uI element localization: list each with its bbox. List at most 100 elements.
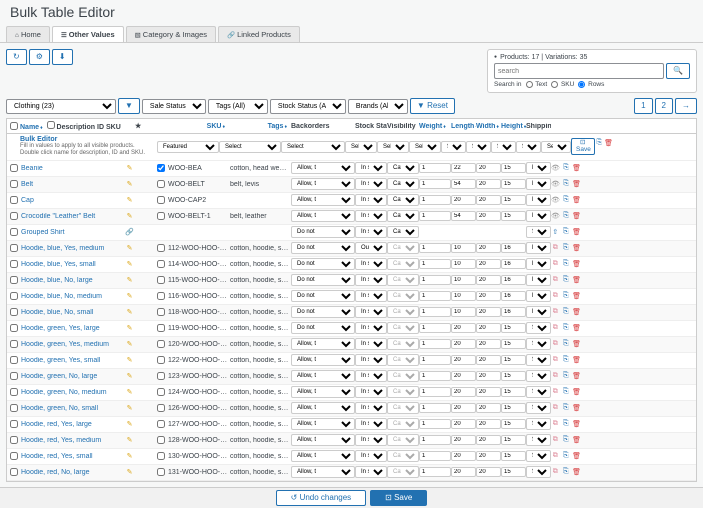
copy-icon[interactable]: ⎘ <box>562 356 571 365</box>
select-all-checkbox[interactable] <box>10 122 18 130</box>
backorders-select[interactable]: Do not <box>291 322 355 334</box>
width-input[interactable] <box>476 467 501 477</box>
product-name-link[interactable]: Cap <box>20 197 125 204</box>
copy-icon[interactable]: ⎘ <box>562 468 571 477</box>
visibility-select[interactable]: Catalo <box>387 290 419 302</box>
stock-select[interactable]: In stoc <box>355 258 387 270</box>
visibility-select[interactable]: Catalo <box>387 370 419 382</box>
pencil-icon[interactable]: ✎ <box>125 356 134 365</box>
height-input[interactable] <box>501 339 526 349</box>
col-name[interactable]: Name♦ <box>20 124 43 131</box>
featured-checkbox[interactable] <box>157 372 165 380</box>
stock-select[interactable]: In stoc <box>355 210 387 222</box>
pencil-icon[interactable]: ✎ <box>125 324 134 333</box>
bulk-height-select[interactable]: Select <box>516 141 541 153</box>
width-input[interactable] <box>476 243 501 253</box>
weight-input[interactable] <box>419 275 451 285</box>
trash-icon[interactable]: 🗑 <box>572 292 581 301</box>
pencil-icon[interactable]: ✎ <box>125 340 134 349</box>
row-checkbox[interactable] <box>10 260 18 268</box>
backorders-select[interactable]: Do not <box>291 306 355 318</box>
width-input[interactable] <box>476 307 501 317</box>
copy-icon[interactable]: ⎘ <box>562 452 571 461</box>
stock-select[interactable]: In stoc <box>355 402 387 414</box>
copy-icon[interactable]: ⎘ <box>562 388 571 397</box>
page-2-button[interactable]: 2 <box>655 98 673 114</box>
weight-input[interactable] <box>419 355 451 365</box>
row-action-icon[interactable]: ⧉ <box>551 468 560 477</box>
sale-status-filter[interactable]: Sale Status ( All ) <box>142 99 206 114</box>
stock-select[interactable]: In stoc <box>355 450 387 462</box>
width-input[interactable] <box>476 339 501 349</box>
shipping-select[interactable]: Select <box>526 434 551 446</box>
weight-input[interactable] <box>419 195 451 205</box>
trash-icon[interactable]: 🗑 <box>572 196 581 205</box>
pencil-icon[interactable]: ✎ <box>125 260 134 269</box>
featured-checkbox[interactable] <box>157 276 165 284</box>
link-icon[interactable]: 🔗 <box>125 228 134 237</box>
bulk-backorders-select[interactable]: Select <box>345 141 377 153</box>
featured-checkbox[interactable] <box>157 420 165 428</box>
backorders-select[interactable]: Allow, t <box>291 418 355 430</box>
length-input[interactable] <box>451 195 476 205</box>
length-input[interactable] <box>451 355 476 365</box>
height-input[interactable] <box>501 435 526 445</box>
trash-icon[interactable]: 🗑 <box>572 212 581 221</box>
length-input[interactable] <box>451 339 476 349</box>
width-input[interactable] <box>476 371 501 381</box>
product-name-link[interactable]: Hoodie, green, Yes, large <box>20 325 125 332</box>
pencil-icon[interactable]: ✎ <box>125 212 134 221</box>
bulk-save-button[interactable]: ⊡ Save <box>571 138 595 155</box>
height-input[interactable] <box>501 259 526 269</box>
stock-select[interactable]: Out of <box>355 242 387 254</box>
stock-select[interactable]: In stoc <box>355 418 387 430</box>
backorders-select[interactable]: Allow, t <box>291 466 355 478</box>
col-length[interactable]: Length♦ <box>451 123 476 130</box>
product-name-link[interactable]: Hoodie, red, Yes, medium <box>20 437 125 444</box>
trash-icon[interactable]: 🗑 <box>572 452 581 461</box>
product-name-link[interactable]: Hoodie, green, Yes, medium <box>20 341 125 348</box>
visibility-select[interactable]: Catalo <box>387 258 419 270</box>
featured-checkbox[interactable] <box>157 244 165 252</box>
length-input[interactable] <box>451 307 476 317</box>
row-checkbox[interactable] <box>10 436 18 444</box>
length-input[interactable] <box>451 403 476 413</box>
visibility-select[interactable]: Catalo <box>387 274 419 286</box>
trash-icon[interactable]: 🗑 <box>572 340 581 349</box>
row-checkbox[interactable] <box>10 164 18 172</box>
height-input[interactable] <box>501 403 526 413</box>
height-input[interactable] <box>501 275 526 285</box>
row-action-icon[interactable]: ⧉ <box>551 340 560 349</box>
weight-input[interactable] <box>419 387 451 397</box>
bulk-visibility-select[interactable]: Select <box>409 141 441 153</box>
tab-linked-products[interactable]: 🔗Linked Products <box>218 26 300 42</box>
stock-select[interactable]: In stoc <box>355 370 387 382</box>
backorders-select[interactable]: Allow, t <box>291 402 355 414</box>
featured-checkbox[interactable] <box>157 452 165 460</box>
length-input[interactable] <box>451 179 476 189</box>
featured-checkbox[interactable] <box>157 212 165 220</box>
copy-icon[interactable]: ⎘ <box>562 228 571 237</box>
length-input[interactable] <box>451 451 476 461</box>
col-sku[interactable]: SKU♦ <box>167 123 229 130</box>
product-name-link[interactable]: Hoodie, red, No, large <box>20 469 125 476</box>
reset-button[interactable]: ▼ Reset <box>410 98 455 114</box>
copy-icon[interactable]: ⎘ <box>562 308 571 317</box>
shipping-select[interactable]: Norma <box>526 162 551 174</box>
weight-input[interactable] <box>419 243 451 253</box>
row-action-icon[interactable]: ⧉ <box>551 292 560 301</box>
row-checkbox[interactable] <box>10 468 18 476</box>
trash-icon[interactable]: 🗑 <box>572 308 581 317</box>
height-input[interactable] <box>501 291 526 301</box>
trash-icon[interactable]: 🗑 <box>572 244 581 253</box>
copy-icon[interactable]: ⎘ <box>562 340 571 349</box>
filter-funnel-button[interactable]: ▼ <box>118 98 140 114</box>
visibility-select[interactable]: Catalo <box>387 338 419 350</box>
width-input[interactable] <box>476 419 501 429</box>
undo-changes-button[interactable]: ↺ Undo changes <box>276 490 367 506</box>
shipping-select[interactable]: Select <box>526 322 551 334</box>
row-action-icon[interactable]: ⧉ <box>551 404 560 413</box>
pencil-icon[interactable]: ✎ <box>125 420 134 429</box>
trash-icon[interactable]: 🗑 <box>572 180 581 189</box>
featured-checkbox[interactable] <box>157 468 165 476</box>
